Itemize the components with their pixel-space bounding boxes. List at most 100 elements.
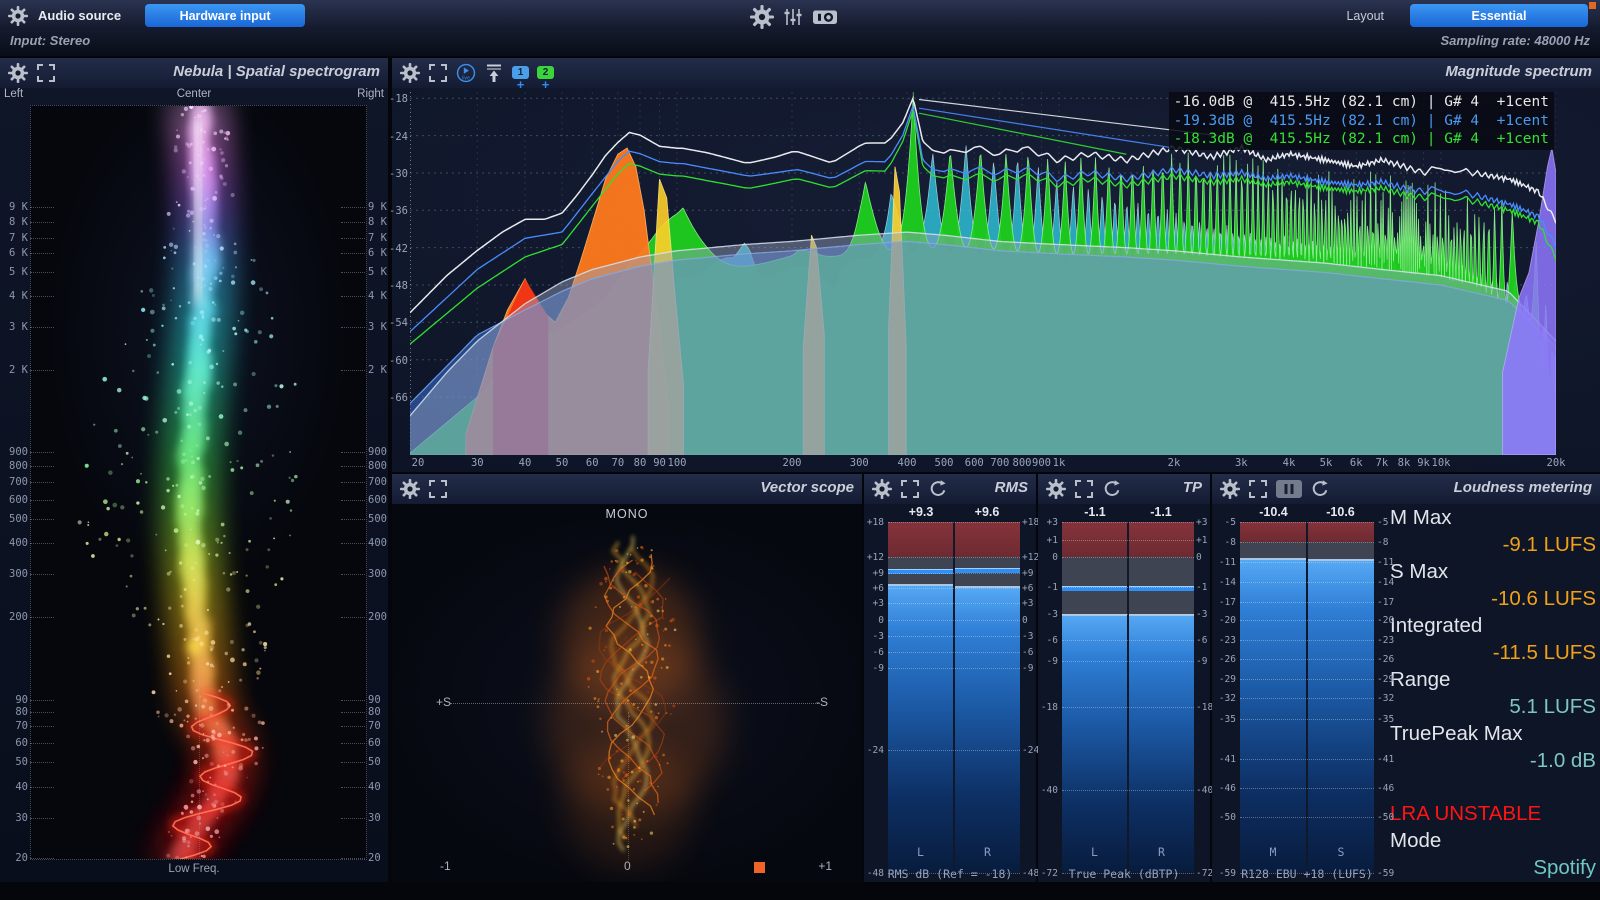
freq-tick-label: 70 bbox=[612, 457, 625, 469]
settings-gear-icon[interactable] bbox=[750, 5, 774, 29]
freq-tick-label: 9 K bbox=[368, 201, 387, 213]
meter-gridline bbox=[1240, 620, 1374, 621]
channel-label: L bbox=[1062, 845, 1127, 859]
tick-dash bbox=[341, 222, 365, 223]
over-zone bbox=[1240, 522, 1306, 542]
audio-source-group: Audio source Hardware input bbox=[8, 4, 305, 27]
tick-dash bbox=[341, 818, 365, 819]
freq-tick-label: 800 bbox=[2, 460, 28, 472]
lissajous-display bbox=[392, 474, 862, 882]
freq-tick-label: 70 bbox=[368, 720, 381, 732]
scale-tick-label: -6 bbox=[1022, 647, 1033, 658]
readout-line: -19.3dB @ 415.5Hz (82.1 cm) | G# 4 +1cen… bbox=[1174, 112, 1549, 131]
mixer-icon[interactable] bbox=[783, 7, 803, 27]
tick-dash bbox=[30, 574, 54, 575]
tick-dash bbox=[341, 482, 365, 483]
pan-right-label: Right bbox=[357, 88, 384, 100]
meter-gridline bbox=[888, 603, 1020, 604]
panel-title: TP bbox=[1183, 479, 1202, 496]
scale-tick-label: -9 bbox=[1196, 656, 1207, 667]
tp-header: TP bbox=[1038, 474, 1210, 504]
freq-tick-label: 5 K bbox=[368, 266, 387, 278]
level-fill bbox=[1240, 558, 1306, 873]
gear-icon[interactable] bbox=[1220, 479, 1240, 499]
readout-line: -18.3dB @ 415.5Hz (82.1 cm) | G# 4 +1cen… bbox=[1174, 130, 1549, 149]
io-icon[interactable] bbox=[812, 7, 838, 27]
tick-dash bbox=[30, 222, 54, 223]
tick-dash bbox=[30, 726, 54, 727]
lra-alert: LRA UNSTABLE bbox=[1390, 800, 1596, 827]
pause-button[interactable] bbox=[1276, 480, 1302, 498]
add-curve-icon[interactable]: + bbox=[542, 80, 550, 89]
level-fill bbox=[955, 586, 1020, 873]
svg-text:live: live bbox=[462, 75, 470, 81]
scale-tick-label: +3 bbox=[1196, 517, 1207, 528]
global-toolbar bbox=[750, 5, 838, 29]
scale-tick-label: -3 bbox=[873, 631, 884, 642]
freq-tick-label: 8 K bbox=[368, 216, 387, 228]
freq-tick-label: 40 bbox=[368, 781, 381, 793]
scale-tick-label: +3 bbox=[873, 598, 884, 609]
arrow-to-top-icon[interactable] bbox=[484, 63, 504, 83]
add-curve-icon[interactable]: + bbox=[517, 80, 525, 89]
meter-scale-left: -5-8-11-14-17-20-23-26-29-32-35-41-46-50… bbox=[1212, 522, 1238, 873]
freq-tick-label: 800 bbox=[368, 460, 387, 472]
freq-tick-label: 7 K bbox=[368, 232, 387, 244]
scale-tick-label: 0 bbox=[1196, 552, 1202, 563]
refresh-icon[interactable] bbox=[928, 479, 948, 499]
tick-dash bbox=[341, 238, 365, 239]
scale-tick-label: -1 bbox=[1047, 582, 1058, 593]
curve-slot-1[interactable]: 1 + bbox=[512, 66, 529, 89]
live-play-icon[interactable]: live bbox=[456, 63, 476, 83]
input-status-label: Input: Stereo bbox=[10, 33, 90, 48]
freq-tick-label: 7k bbox=[1376, 457, 1389, 469]
freq-tick-label: 80 bbox=[2, 706, 28, 718]
scale-tick-label: +18 bbox=[1022, 517, 1039, 528]
db-tick-label: -18 bbox=[389, 93, 408, 105]
refresh-icon[interactable] bbox=[1102, 479, 1122, 499]
tick-dash bbox=[30, 617, 54, 618]
scale-tick-label: -20 bbox=[1219, 615, 1236, 626]
spacer bbox=[1390, 774, 1596, 800]
spectrum-plot[interactable]: -16.0dB @ 415.5Hz (82.1 cm) | G# 4 +1cen… bbox=[410, 92, 1556, 455]
gear-icon[interactable] bbox=[8, 6, 28, 26]
tick-dash bbox=[30, 743, 54, 744]
meter-bars: MS bbox=[1240, 522, 1374, 873]
gear-icon[interactable] bbox=[400, 63, 420, 83]
spatial-spectrogram-plot[interactable] bbox=[30, 105, 367, 860]
fullscreen-icon[interactable] bbox=[1074, 479, 1094, 499]
essential-layout-button[interactable]: Essential bbox=[1410, 4, 1588, 27]
spatial-header: Nebula | Spatial spectrogram bbox=[0, 58, 388, 88]
mode-label: Mode bbox=[1390, 827, 1596, 854]
freq-tick-label: 700 bbox=[990, 457, 1009, 469]
pan-labels: Left Center Right bbox=[0, 88, 388, 104]
curve-slot-2[interactable]: 2 + bbox=[537, 66, 554, 89]
readout-line: -16.0dB @ 415.5Hz (82.1 cm) | G# 4 +1cen… bbox=[1174, 93, 1549, 112]
scale-tick-label: -3 bbox=[1022, 631, 1033, 642]
panel-title: Loudness metering bbox=[1454, 479, 1592, 496]
scale-tick-label: -29 bbox=[1219, 674, 1236, 685]
fullscreen-icon[interactable] bbox=[428, 63, 448, 83]
hardware-input-button[interactable]: Hardware input bbox=[145, 4, 305, 27]
db-tick-label: -60 bbox=[389, 355, 408, 367]
fullscreen-icon[interactable] bbox=[900, 479, 920, 499]
tick-dash bbox=[30, 712, 54, 713]
tick-dash bbox=[30, 207, 54, 208]
refresh-icon[interactable] bbox=[1310, 479, 1330, 499]
gear-icon[interactable] bbox=[8, 63, 28, 83]
gear-icon[interactable] bbox=[872, 479, 892, 499]
channel-label: M bbox=[1240, 845, 1306, 859]
fullscreen-icon[interactable] bbox=[36, 63, 56, 83]
freq-tick-label: 900 bbox=[368, 446, 387, 458]
level-fill bbox=[888, 584, 953, 873]
freq-tick-label: 70 bbox=[2, 720, 28, 732]
meter-gridline bbox=[1240, 679, 1374, 680]
gear-icon[interactable] bbox=[1046, 479, 1066, 499]
scale-tick-label: -14 bbox=[1219, 577, 1236, 588]
stat-label: Integrated bbox=[1390, 612, 1596, 639]
app-window: Audio source Hardware input Layout Essen… bbox=[0, 0, 1600, 900]
meter-gridline bbox=[1062, 557, 1194, 558]
fullscreen-icon[interactable] bbox=[1248, 479, 1268, 499]
scale-tick-label: -5 bbox=[1377, 517, 1388, 528]
meter-gridline bbox=[1240, 659, 1374, 660]
